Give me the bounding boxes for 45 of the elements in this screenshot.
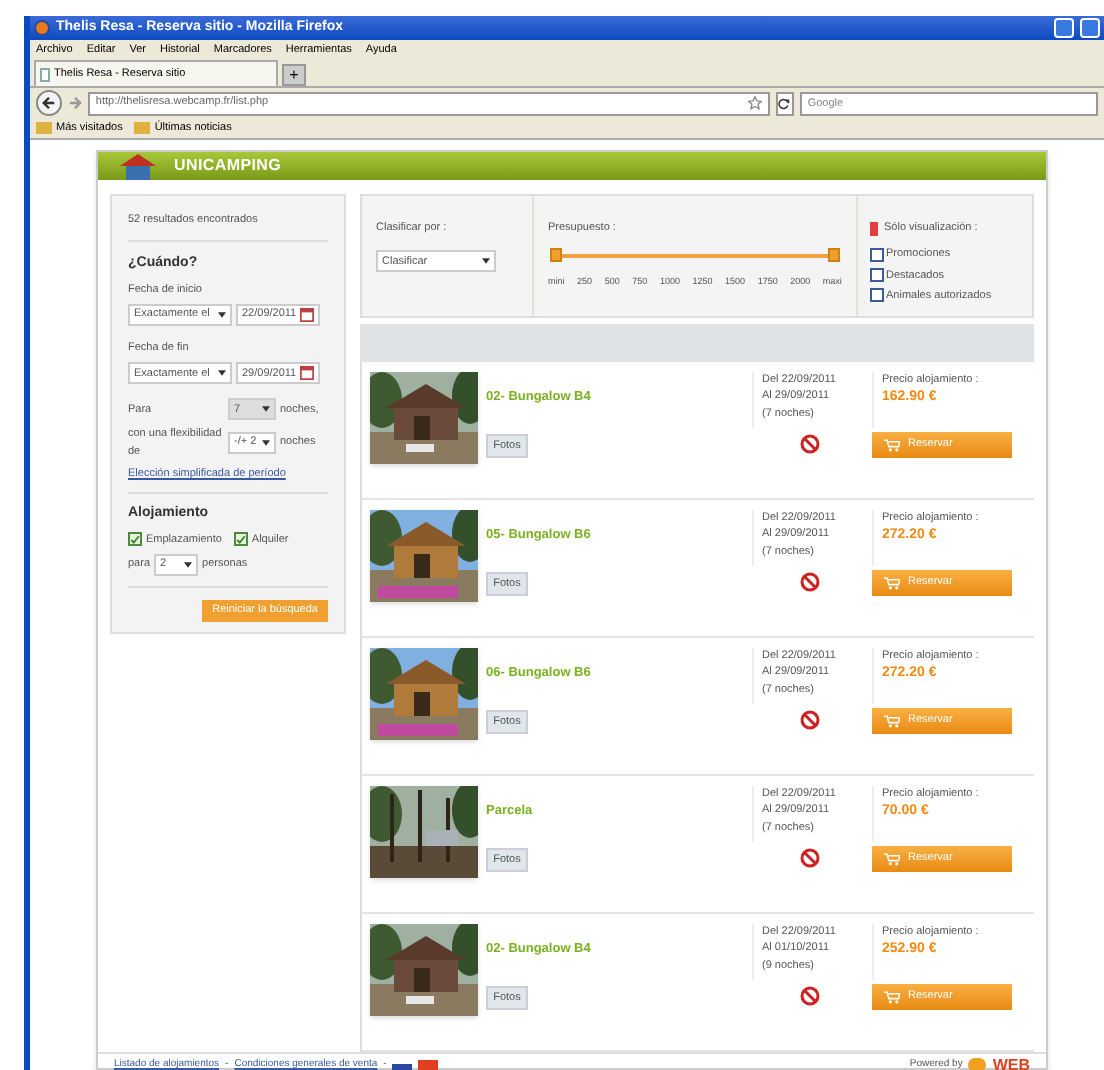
minimize-button[interactable]	[1054, 17, 1074, 38]
checkbox[interactable]	[870, 268, 884, 283]
caret-icon	[482, 258, 490, 265]
house-icon	[118, 152, 158, 181]
folder-icon	[134, 121, 151, 134]
back-arrow-icon	[41, 96, 56, 110]
calendar-icon	[300, 366, 315, 381]
no-pets-icon	[800, 848, 820, 869]
maximize-button[interactable]	[1080, 17, 1100, 38]
cart-icon	[884, 990, 900, 1005]
folder-icon	[36, 121, 52, 134]
page-icon	[40, 67, 50, 82]
no-pets-icon	[800, 986, 820, 1007]
caret-icon	[184, 561, 193, 568]
caret-icon	[262, 440, 270, 447]
calendar-icon	[300, 308, 315, 323]
star-icon[interactable]	[747, 96, 762, 110]
cart-icon	[884, 576, 900, 591]
caret-icon	[218, 370, 226, 377]
checkbox[interactable]	[128, 532, 142, 547]
reload-icon	[778, 97, 791, 109]
back-button[interactable]	[36, 90, 62, 116]
caret-icon	[218, 312, 226, 319]
budget-slider[interactable]	[550, 248, 840, 265]
slider-handle[interactable]	[550, 248, 562, 263]
checkbox[interactable]	[870, 247, 884, 262]
cart-icon	[884, 852, 900, 867]
check-icon	[130, 533, 140, 546]
caret-icon	[262, 406, 270, 413]
check-icon	[235, 533, 246, 546]
new-tab-button[interactable]: +	[282, 64, 306, 87]
logo-text: WEB	[992, 1053, 1030, 1070]
no-pets-icon	[800, 572, 820, 593]
no-pets-icon	[800, 434, 820, 455]
reload-button[interactable]	[775, 91, 794, 115]
firefox-icon	[34, 19, 50, 36]
slider-handle[interactable]	[828, 248, 840, 263]
bookmark-icon	[870, 221, 878, 236]
logo-icon	[968, 1058, 987, 1070]
cart-icon	[884, 714, 900, 729]
brand-name: UNICAMPING	[174, 154, 282, 179]
checkbox[interactable]	[233, 532, 248, 547]
cart-icon	[884, 438, 900, 453]
checkbox[interactable]	[870, 288, 884, 303]
no-pets-icon	[800, 710, 820, 731]
